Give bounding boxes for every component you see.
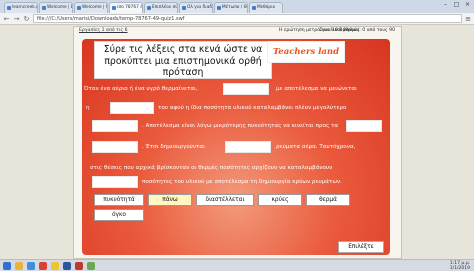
browser-tab[interactable]: Μεθόριο [249,2,283,13]
url-field[interactable]: file:///C:/Users/marisi/Downloads/temp-7… [33,14,463,23]
sentence-text: ρεύματα αέρα. Ταυτόχρονα, [276,144,356,150]
favicon-icon [42,6,46,10]
date: 1/1/2019 [449,266,470,271]
media-player-icon[interactable] [39,261,47,270]
browser-tab[interactable]: learncreek.gr [4,2,38,13]
tab-title: Welcome | Eddewith [47,5,72,10]
pdf-icon[interactable] [75,261,83,270]
sentence-text: με αποτέλεσμα να μειώνεται [276,86,357,92]
drop-blank-5[interactable] [92,141,138,153]
question-panel: Σύρε τις λέξεις στα κενά ώστε να προκύπτ… [82,39,390,271]
start-icon[interactable] [3,261,11,270]
tab-title: learncreek.gr [12,5,38,10]
browser-tab[interactable]: Ολ για διαδικασίες [179,2,213,13]
favicon-icon [217,6,221,10]
browser-tab[interactable]: Welcome | Eddewith [39,2,73,13]
favicon-icon [7,6,11,10]
favicon-icon [252,6,256,10]
sentence-text: του αφού η ίδια ποσότητα υλικού καταλαμβ… [158,105,347,111]
favicon-icon [147,6,151,10]
tab-title: Welcome | Welcome [82,5,107,10]
browser-tab[interactable]: Επιπλέον σύγχρον [144,2,178,13]
back-icon[interactable]: ← [3,14,10,24]
instruction-box: Σύρε τις λέξεις στα κενά ώστε να προκύπτ… [94,41,272,79]
reload-icon[interactable]: ↻ [23,14,30,24]
tab-title: Ολ για διαδικασίες [187,5,213,10]
tab-title: Επιπλέον σύγχρον [152,5,178,10]
maximize-icon[interactable]: □ [452,1,461,8]
word-option[interactable]: κρύες [258,194,302,206]
sentence-text: ποσότητες του υλικού με αποτέλεσμα τη δη… [142,179,342,185]
drop-blank-2[interactable] [110,102,154,114]
address-bar: ← → ↻ file:///C:/Users/marisi/Downloads/… [0,13,474,25]
folder-icon[interactable] [15,261,23,270]
window-controls: – □ × [441,1,472,8]
sentence-text: Όταν ένα αέριο ή ένα υγρό θερμαίνεται, [84,86,198,92]
quiz-window: Εργασίες 1 από τις 6 Η ερώτηση μετρά για… [73,26,402,271]
favicon-icon [112,6,116,10]
sentence-text: η [86,105,90,111]
close-icon[interactable]: × [463,1,472,8]
internet-explorer-icon[interactable] [27,261,35,270]
system-tray: 1:17 μ.μ. 1/1/2019 [450,261,470,271]
total-score: Συνολικοί βαθμοί: 0 από τους 90 [319,28,396,33]
tab-title: Μεθόριο [257,5,276,10]
word-option[interactable]: διαστέλλεται [196,194,254,206]
sentence-text: . Αποτέλεσμα είναι λόγω μικρότερης πυκνό… [142,123,339,129]
browser-tab[interactable]: Welcome | Welcome [74,2,108,13]
word-option[interactable]: πυκνότητά [94,194,144,206]
tab-title: Μέτωπο / Θερμών [222,5,247,10]
quiz-header: Εργασίες 1 από τις 6 Η ερώτηση μετρά για… [74,27,401,37]
menu-icon[interactable]: ≡ [465,15,471,23]
favicon-icon [182,6,186,10]
check-answer-button[interactable]: Επιλέξτε [338,241,384,253]
word-option[interactable]: θερμά [306,194,350,206]
browser-tab-bar: learncreek.gr Welcome | Eddewith Welcome… [0,0,474,13]
app-icon[interactable] [87,261,95,270]
drop-blank-3[interactable] [92,120,138,132]
minimize-icon[interactable]: – [441,1,450,8]
drop-blank-4[interactable] [346,120,382,132]
chrome-icon[interactable] [51,261,59,270]
sentence-text: . Έτσι δημιουργούνται [142,144,205,150]
word-option-selected[interactable]: πάνω [148,194,192,206]
quiz-tab-label[interactable]: Εργασίες 1 από τις 6 [79,28,128,33]
browser-tab[interactable]: Μέτωπο / Θερμών [214,2,248,13]
teachersland-logo: Teachers land [267,41,345,63]
sentence-text: στις θέσεις που αρχικά βρίσκονταν οι θερ… [90,165,333,171]
drop-blank-1[interactable] [223,83,269,95]
favicon-icon [77,6,81,10]
tab-title: ίσο 78767 40 φυσ [117,5,143,10]
word-option[interactable]: όγκο [94,209,144,221]
instruction-text: Σύρε τις λέξεις στα κενά ώστε να προκύπτ… [103,44,263,78]
taskbar: 1:17 μ.μ. 1/1/2019 [0,259,474,271]
drop-blank-6[interactable] [225,141,271,153]
browser-tab-active[interactable]: ίσο 78767 40 φυσ [109,2,143,13]
forward-icon[interactable]: → [13,14,20,24]
word-icon[interactable] [63,261,71,270]
drop-blank-7[interactable] [92,176,138,188]
